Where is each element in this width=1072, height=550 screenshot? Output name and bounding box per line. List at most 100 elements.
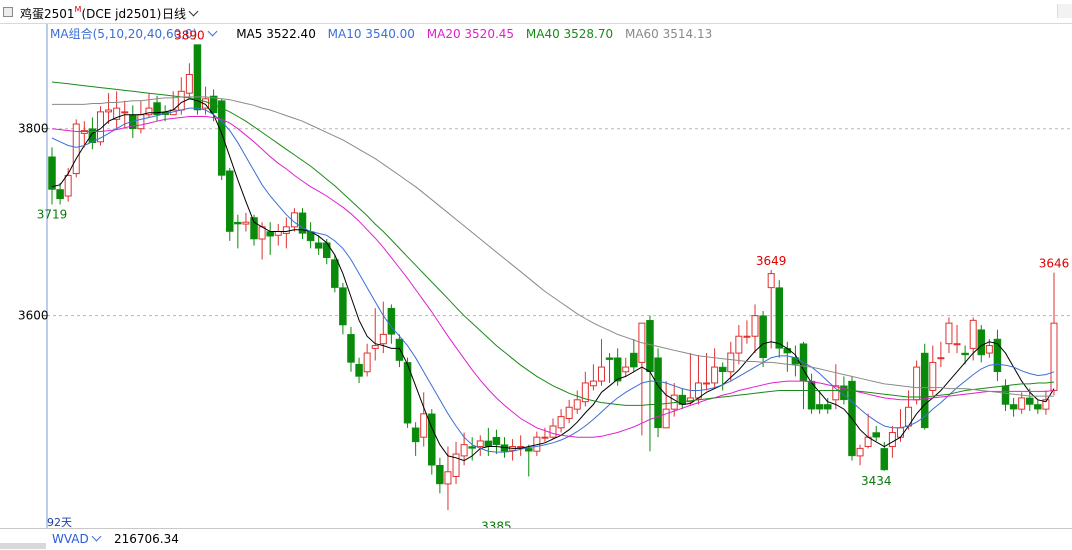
candle-body-down <box>775 287 784 349</box>
extreme-label: 3890 <box>174 29 205 43</box>
y-tick-label: 3800 <box>18 122 49 136</box>
indicator-value: 216706.34 <box>114 532 179 546</box>
candle-body-up <box>662 408 670 429</box>
candle-body-up <box>767 273 775 289</box>
instrument-code: (DCE jd2501) <box>81 7 162 21</box>
candle-body-down <box>759 315 767 358</box>
candle-body-up <box>832 385 840 401</box>
candlestick-chart[interactable]: 3800 3600 3890 3719 3649 3385 3434 3646 <box>0 24 1072 534</box>
candle-body-up <box>282 226 290 234</box>
candle-body-up <box>937 357 945 360</box>
candle-body-down <box>266 231 274 237</box>
candle-body-up <box>565 406 573 419</box>
candle-body-down <box>1026 397 1034 405</box>
candle-body-down <box>48 156 56 190</box>
chevron-down-icon <box>91 531 102 542</box>
candle-body-up <box>242 221 250 225</box>
candle-body-down <box>226 170 234 232</box>
candle-body-down <box>646 320 654 373</box>
candle-body-down <box>322 242 331 258</box>
candle-body-down <box>961 352 969 356</box>
candle-body-down <box>56 189 64 200</box>
candle-body-down <box>355 364 363 377</box>
extreme-label: 3434 <box>861 474 892 488</box>
candle-body-up <box>363 352 371 373</box>
indicator-bar: WVAD 216706.34 <box>0 528 1072 550</box>
candle-body-up <box>1050 322 1058 391</box>
candle-body-up <box>735 335 743 354</box>
candle-body-up <box>444 471 452 485</box>
candle-body-up <box>137 114 145 130</box>
chart-area[interactable]: 3800 3600 3890 3719 3649 3385 3434 3646 <box>0 24 1072 534</box>
candle-body-up <box>856 447 864 457</box>
ma10-line <box>51 107 1055 453</box>
candle-body-up <box>549 425 557 438</box>
candle-body-up <box>945 322 953 345</box>
candle-body-down <box>234 221 242 225</box>
window-icon <box>3 7 13 17</box>
indicator-selector[interactable]: WVAD <box>52 531 102 546</box>
candle-body-up <box>258 226 266 240</box>
window-edge <box>1057 4 1072 18</box>
candle-body-up <box>541 436 549 439</box>
candle-body-up <box>751 315 759 337</box>
ma60-line <box>52 96 1054 397</box>
y-tick-label: 3600 <box>18 309 49 323</box>
candle-body-down <box>880 448 889 471</box>
ma5-line <box>51 98 1055 462</box>
candle-body-down <box>484 440 493 447</box>
instrument-title: 鸡蛋2501M(DCE jd2501) <box>20 5 161 22</box>
candle-body-up <box>711 366 719 384</box>
candle-body-down <box>1009 404 1018 410</box>
candle-body-down <box>977 329 986 356</box>
candle-body-down <box>411 427 420 443</box>
candle-body-up <box>274 231 282 236</box>
candle-body-down <box>630 352 638 368</box>
candle-body-up <box>557 416 565 429</box>
indicator-name: WVAD <box>52 532 89 546</box>
candle-body-down <box>347 334 355 363</box>
candle-body-down <box>331 259 339 288</box>
candle-body-down <box>492 436 501 445</box>
ma20-line <box>51 116 1055 438</box>
candle-body-up <box>420 413 428 438</box>
candle-body-up <box>589 380 597 387</box>
candle-body-down <box>436 464 444 485</box>
period-selector[interactable]: 日线 <box>162 5 199 22</box>
candle-body-down <box>1034 404 1042 410</box>
candle-body-down <box>718 366 727 373</box>
candle-body-down <box>815 404 824 410</box>
candle-body-up <box>703 382 711 385</box>
candle-body-up <box>476 440 484 448</box>
candle-body-down <box>339 287 347 326</box>
candle-body-up <box>953 343 961 346</box>
candle-body-up <box>913 366 921 401</box>
candle-body-up <box>929 361 937 391</box>
candle-body-up <box>727 352 735 373</box>
candle-body-up <box>105 109 113 113</box>
candle-body-up <box>597 366 605 382</box>
candle-body-down <box>613 357 622 382</box>
candle-body-up <box>969 319 977 349</box>
candle-body-up <box>622 366 630 373</box>
extreme-label: 3646 <box>1039 257 1070 271</box>
candle-body-up <box>743 335 751 338</box>
scale-strip <box>0 543 46 549</box>
candle-body-down <box>314 242 323 249</box>
title-bar: 鸡蛋2501M(DCE jd2501) 日线 <box>0 0 1072 24</box>
ma40-line <box>51 81 1055 406</box>
candle-body-up <box>371 345 379 349</box>
candle-body-up <box>896 427 904 438</box>
candle-body-up <box>517 446 525 449</box>
candle-body-up <box>185 73 193 94</box>
chevron-down-icon <box>188 6 199 17</box>
candle-body-down <box>823 404 832 410</box>
candle-body-down <box>217 100 226 176</box>
candle-body-down <box>250 217 258 240</box>
candle-body-down <box>1001 385 1010 405</box>
candle-body-up <box>64 174 72 197</box>
candle-body-up <box>460 444 468 457</box>
extreme-label: 3649 <box>756 254 787 268</box>
candle-body-up <box>888 432 896 448</box>
period-label: 日线 <box>162 7 187 21</box>
